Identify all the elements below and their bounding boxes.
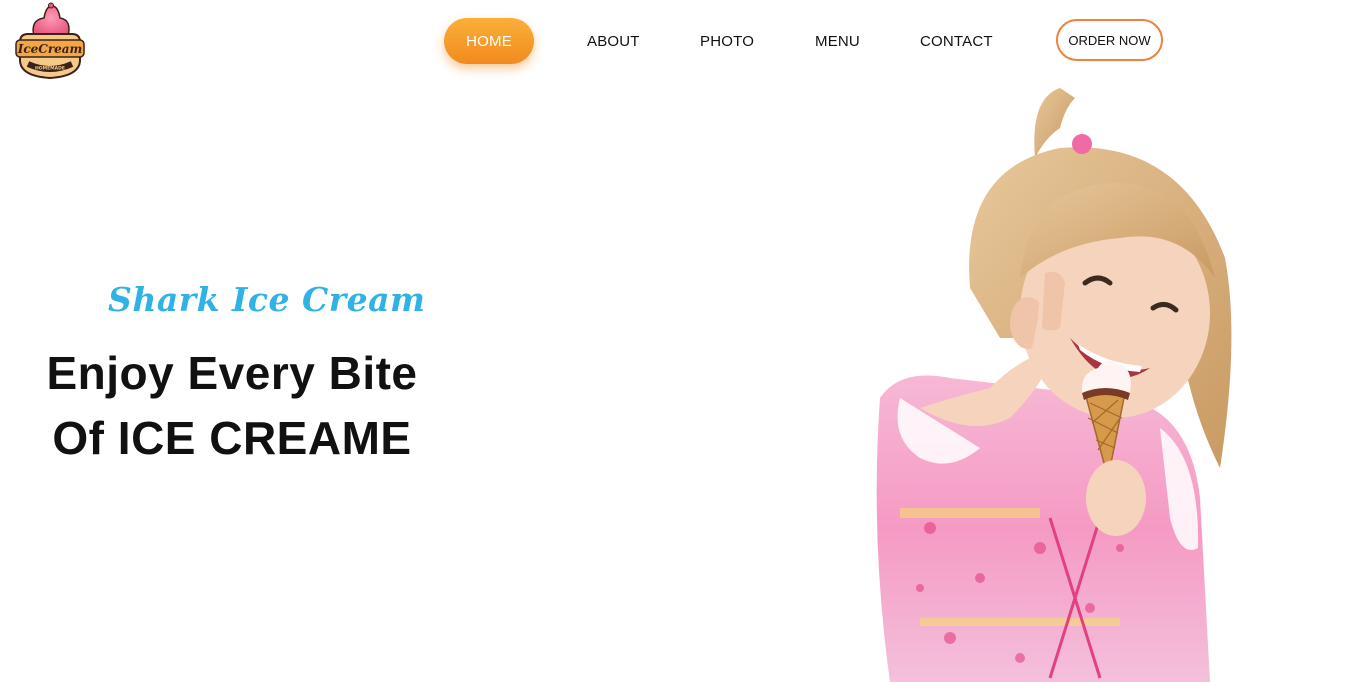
logo[interactable]: IceCream HOMEMADE bbox=[14, 2, 86, 80]
order-now-button[interactable]: ORDER NOW bbox=[1056, 19, 1163, 61]
logo-text: IceCream bbox=[17, 42, 83, 56]
hero-title-line1: Enjoy Every Bite bbox=[46, 347, 418, 399]
main-nav: HOME ABOUT PHOTO MENU CONTACT ORDER NOW bbox=[444, 17, 1163, 65]
hero-title-line2: Of ICE CREAME bbox=[52, 412, 412, 464]
girl-with-ice-cream-image bbox=[876, 88, 1232, 682]
nav-photo[interactable]: PHOTO bbox=[700, 33, 754, 50]
nav-about[interactable]: ABOUT bbox=[587, 33, 640, 50]
logo-subtext: HOMEMADE bbox=[35, 66, 65, 72]
page: IceCream HOMEMADE HOME ABOUT PHOTO MENU … bbox=[0, 0, 1349, 682]
nav-home[interactable]: HOME bbox=[444, 18, 534, 64]
hero-tagline: Shark Ice Cream bbox=[108, 280, 426, 319]
nav-menu[interactable]: MENU bbox=[815, 33, 860, 50]
nav-contact[interactable]: CONTACT bbox=[920, 33, 993, 50]
